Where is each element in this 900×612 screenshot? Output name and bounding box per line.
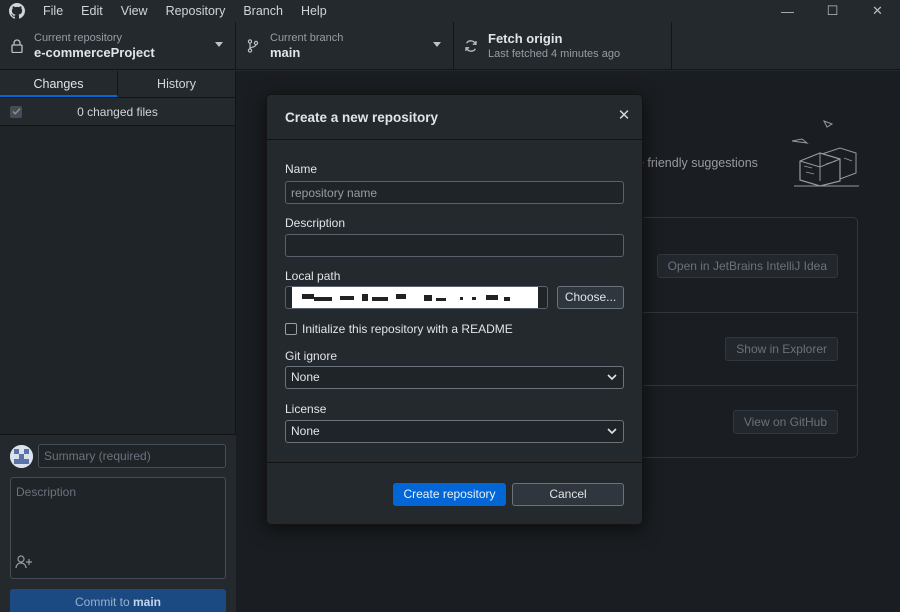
changes-header: 0 changed files (0, 98, 235, 126)
sidebar-tabs: Changes History (0, 71, 235, 98)
current-repository-button[interactable]: Current repository e-commerceProject (0, 22, 236, 70)
menu-branch[interactable]: Branch (234, 0, 292, 22)
chevron-down-icon (607, 374, 617, 381)
avatar (10, 445, 33, 468)
menu-file[interactable]: File (34, 0, 72, 22)
branch-label: Current branch (270, 32, 344, 44)
lock-icon (0, 39, 34, 53)
window-controls: — ☐ ✕ (765, 0, 900, 22)
fetch-status: Last fetched 4 minutes ago (488, 48, 621, 60)
menu-help[interactable]: Help (292, 0, 336, 22)
cancel-button[interactable]: Cancel (512, 483, 624, 506)
menu-view[interactable]: View (112, 0, 157, 22)
tab-changes[interactable]: Changes (0, 71, 118, 97)
close-icon[interactable]: ✕ (616, 108, 632, 124)
description-textarea[interactable]: Description (10, 477, 226, 579)
menu-bar: File Edit View Repository Branch Help (34, 0, 336, 22)
readme-checkbox[interactable] (285, 323, 297, 335)
local-path-label: Local path (285, 269, 341, 283)
sync-icon (454, 39, 488, 53)
github-logo-icon (0, 0, 34, 22)
branch-name: main (270, 45, 301, 60)
branch-icon (236, 39, 270, 53)
commit-button-prefix: Commit to (74, 595, 133, 609)
gitignore-value: None (291, 370, 320, 384)
add-coauthor-icon[interactable] (15, 555, 33, 572)
local-path-input[interactable] (285, 286, 548, 309)
license-select[interactable]: None (285, 420, 624, 443)
commit-area: Description Commit to main (0, 434, 236, 612)
title-bar: File Edit View Repository Branch Help — … (0, 0, 900, 22)
toolbar: Current repository e-commerceProject Cur… (0, 22, 900, 70)
gitignore-label: Git ignore (285, 349, 338, 363)
dialog-header: Create a new repository ✕ (267, 95, 642, 140)
dialog-footer: Create repository Cancel (267, 462, 642, 524)
sidebar: Changes History 0 changed files Descript… (0, 71, 236, 612)
commit-button-branch: main (133, 595, 162, 609)
menu-edit[interactable]: Edit (72, 0, 112, 22)
repo-name: e-commerceProject (34, 45, 155, 60)
create-repository-dialog: Create a new repository ✕ Name Descripti… (266, 94, 643, 525)
description-input[interactable] (285, 234, 624, 257)
chevron-down-icon (433, 42, 441, 47)
description-label: Description (285, 216, 346, 230)
choose-path-button[interactable]: Choose... (557, 286, 624, 309)
dialog-title: Create a new repository (285, 110, 439, 125)
license-label: License (285, 402, 327, 416)
menu-repository[interactable]: Repository (157, 0, 235, 22)
commit-button[interactable]: Commit to main (10, 589, 226, 612)
readme-option[interactable]: Initialize this repository with a README (285, 322, 513, 336)
chevron-down-icon (607, 428, 617, 435)
create-repository-button[interactable]: Create repository (393, 483, 506, 506)
redacted-path (292, 287, 538, 308)
description-placeholder: Description (16, 485, 77, 499)
current-branch-button[interactable]: Current branch main (236, 22, 454, 70)
fetch-label: Fetch origin (488, 31, 563, 46)
minimize-button[interactable]: — (765, 0, 810, 22)
name-input[interactable] (285, 181, 624, 204)
license-value: None (291, 424, 320, 438)
select-all-checkbox[interactable] (10, 105, 22, 118)
gitignore-select[interactable]: None (285, 366, 624, 389)
readme-label: Initialize this repository with a README (302, 322, 513, 336)
close-window-button[interactable]: ✕ (855, 0, 900, 22)
changed-files-count: 0 changed files (77, 104, 158, 119)
maximize-button[interactable]: ☐ (810, 0, 855, 22)
fetch-origin-button[interactable]: Fetch origin Last fetched 4 minutes ago (454, 22, 672, 70)
chevron-down-icon (215, 42, 223, 47)
tab-history[interactable]: History (118, 71, 235, 97)
summary-input[interactable] (38, 444, 226, 468)
name-label: Name (285, 162, 318, 176)
repo-label: Current repository (34, 32, 123, 44)
